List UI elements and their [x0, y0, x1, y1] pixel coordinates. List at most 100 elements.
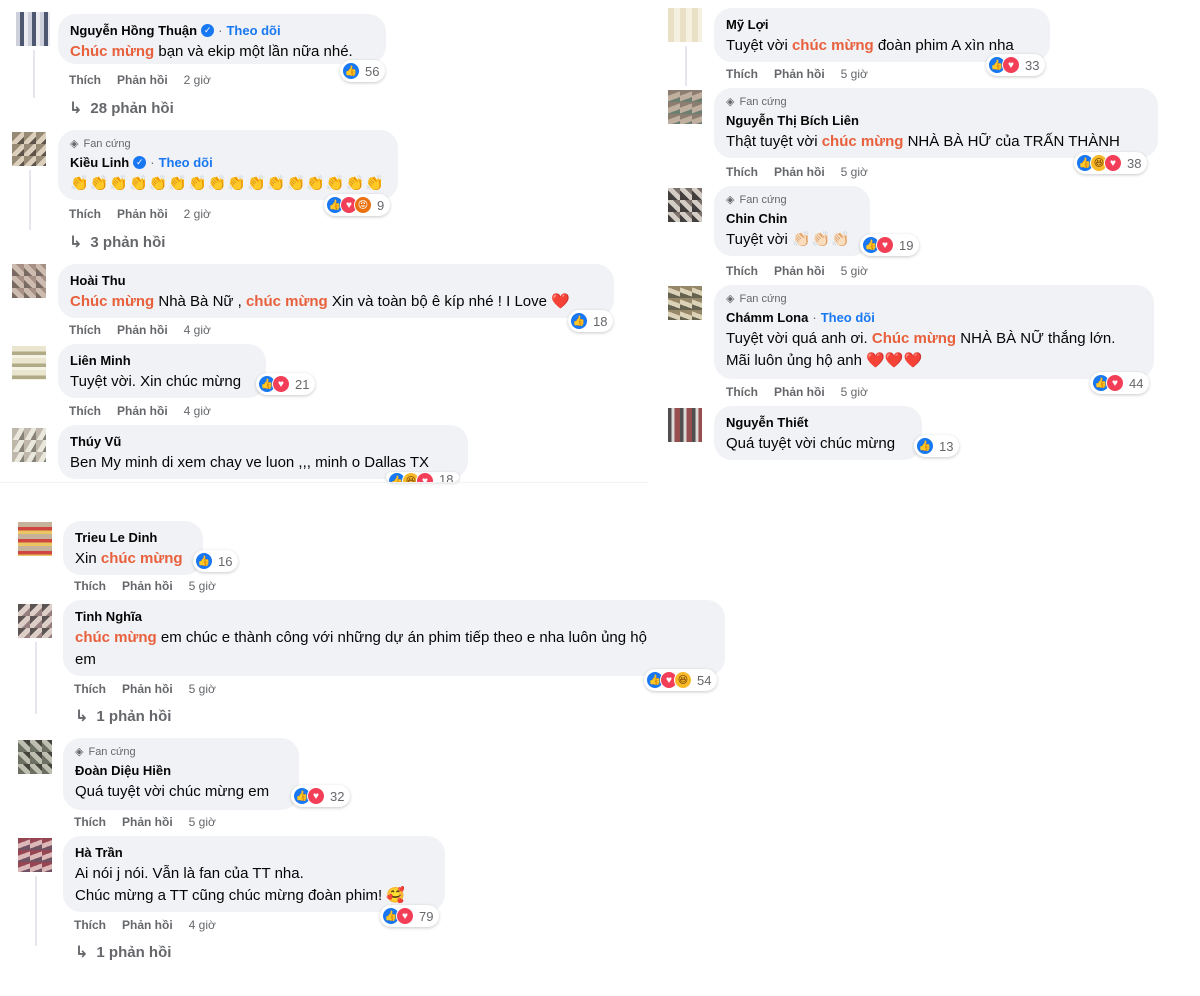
comment-bubble: Liên Minh Tuyệt vời. Xin chúc mừng [58, 344, 266, 398]
like-button[interactable]: Thích [69, 73, 101, 87]
reply-button[interactable]: Phản hồi [774, 165, 825, 179]
reaction-summary[interactable]: 👍 ♥ 😆 54 [644, 669, 718, 691]
commenter-name[interactable]: Hà Trần [75, 844, 433, 861]
timestamp[interactable]: 4 giờ [184, 404, 211, 418]
timestamp[interactable]: 5 giờ [189, 815, 216, 829]
thread-line [685, 46, 687, 86]
reaction-summary[interactable]: 👍 13 [914, 435, 960, 457]
avatar[interactable] [12, 264, 46, 298]
avatar[interactable] [18, 838, 52, 872]
commenter-name[interactable]: Đoàn Diệu Hiền [75, 762, 287, 779]
like-button[interactable]: Thích [74, 815, 106, 829]
reaction-summary[interactable]: 👍 ♥ 44 [1090, 372, 1150, 394]
timestamp[interactable]: 2 giờ [184, 73, 211, 87]
view-replies-link[interactable]: ↳ 28 phản hồi [69, 98, 174, 118]
avatar[interactable] [668, 408, 702, 442]
reply-button[interactable]: Phản hồi [774, 67, 825, 81]
timestamp[interactable]: 5 giờ [841, 165, 868, 179]
like-button[interactable]: Thích [726, 385, 758, 399]
avatar[interactable] [668, 188, 702, 222]
timestamp[interactable]: 2 giờ [184, 207, 211, 221]
reply-button[interactable]: Phản hồi [117, 323, 168, 337]
comment-actions: Thích Phản hồi 2 giờ [69, 207, 211, 221]
reply-button[interactable]: Phản hồi [774, 385, 825, 399]
avatar[interactable] [18, 522, 52, 556]
commenter-name[interactable]: Chin Chin [726, 210, 858, 227]
avatar[interactable] [668, 8, 702, 42]
commenter-name[interactable]: Nguyễn Thị Bích Liên [726, 112, 1146, 129]
view-replies-link[interactable]: ↳ 1 phản hồi [75, 942, 171, 962]
follow-link[interactable]: Theo dõi [159, 154, 213, 171]
like-button[interactable]: Thích [726, 165, 758, 179]
like-button[interactable]: Thích [74, 918, 106, 932]
commenter-name[interactable]: Nguyễn Thiết [726, 414, 910, 431]
commenter-name[interactable]: Hoài Thu [70, 272, 602, 289]
timestamp[interactable]: 5 giờ [841, 264, 868, 278]
smiling-hearts-emoji: 🥰 [386, 887, 406, 904]
view-replies-link[interactable]: ↳ 3 phản hồi [69, 232, 165, 252]
reply-button[interactable]: Phản hồi [122, 918, 173, 932]
reaction-summary[interactable]: 👍 😆 ♥ 38 [1074, 152, 1148, 174]
comment-actions: Thích Phản hồi 4 giờ [69, 323, 211, 337]
reaction-summary[interactable]: 👍 ♥ 19 [860, 234, 920, 256]
commenter-name[interactable]: Trieu Le Dinh [75, 529, 191, 546]
timestamp[interactable]: 5 giờ [189, 579, 216, 593]
like-button[interactable]: Thích [726, 264, 758, 278]
view-replies-link[interactable]: ↳ 1 phản hồi [75, 706, 171, 726]
comment-actions: Thích Phản hồi 5 giờ [74, 815, 216, 829]
verified-badge-icon: ✓ [201, 24, 215, 37]
reaction-summary[interactable]: 👍 ♥ 21 [256, 373, 316, 395]
haha-reaction-icon: 😆 [674, 671, 692, 689]
like-button[interactable]: Thích [69, 323, 101, 337]
reaction-summary[interactable]: 👍 😆 ♥ 18 [386, 472, 460, 482]
timestamp[interactable]: 5 giờ [189, 682, 216, 696]
reply-button[interactable]: Phản hồi [122, 815, 173, 829]
follow-link[interactable]: Theo dõi [226, 22, 280, 39]
heart-emoji: ❤️ [551, 293, 570, 310]
commenter-name[interactable]: Liên Minh [70, 352, 254, 369]
avatar[interactable] [668, 90, 702, 124]
commenter-name[interactable]: Kiều Linh ✓ · Theo dõi [70, 154, 386, 171]
like-button[interactable]: Thích [74, 682, 106, 696]
commenter-name[interactable]: Chámm Lona · Theo dõi [726, 309, 1142, 326]
comment-bubble: Hà Trần Ai nói j nói. Vẫn là fan của TT … [63, 836, 445, 912]
avatar[interactable] [16, 12, 50, 46]
love-reaction-icon: ♥ [1002, 56, 1020, 74]
reaction-summary[interactable]: 👍 ♥ 😡 9 [324, 194, 391, 216]
commenter-name[interactable]: Tinh Nghĩa [75, 608, 713, 625]
timestamp[interactable]: 4 giờ [189, 918, 216, 932]
love-reaction-icon: ♥ [416, 472, 434, 482]
reply-button[interactable]: Phản hồi [117, 207, 168, 221]
commenter-name[interactable]: Nguyễn Hồng Thuận ✓ · Theo dõi [70, 22, 374, 39]
reaction-summary[interactable]: 👍 ♥ 33 [986, 54, 1046, 76]
reply-button[interactable]: Phản hồi [774, 264, 825, 278]
reply-button[interactable]: Phản hồi [122, 682, 173, 696]
timestamp[interactable]: 5 giờ [841, 385, 868, 399]
commenter-name[interactable]: Thúy Vũ [70, 433, 456, 450]
like-button[interactable]: Thích [69, 404, 101, 418]
reply-button[interactable]: Phản hồi [117, 404, 168, 418]
avatar[interactable] [12, 428, 46, 462]
reaction-summary[interactable]: 👍 ♥ 79 [380, 905, 440, 927]
timestamp[interactable]: 4 giờ [184, 323, 211, 337]
reaction-summary[interactable]: 👍 16 [193, 550, 239, 572]
like-reaction-icon: 👍 [570, 312, 588, 330]
reply-button[interactable]: Phản hồi [122, 579, 173, 593]
avatar[interactable] [12, 132, 46, 166]
avatar[interactable] [18, 740, 52, 774]
like-button[interactable]: Thích [726, 67, 758, 81]
avatar[interactable] [668, 286, 702, 320]
comment-actions: Thích Phản hồi 5 giờ [726, 264, 868, 278]
reaction-summary[interactable]: 👍 ♥ 32 [291, 785, 351, 807]
avatar[interactable] [12, 346, 46, 380]
commenter-name[interactable]: Mỹ Lợi [726, 16, 1038, 33]
reaction-summary[interactable]: 👍 56 [340, 60, 386, 82]
reply-button[interactable]: Phản hồi [117, 73, 168, 87]
avatar[interactable] [18, 604, 52, 638]
follow-link[interactable]: Theo dõi [821, 309, 875, 326]
thread-line [29, 170, 31, 230]
like-button[interactable]: Thích [74, 579, 106, 593]
like-button[interactable]: Thích [69, 207, 101, 221]
reaction-summary[interactable]: 👍 18 [568, 310, 614, 332]
timestamp[interactable]: 5 giờ [841, 67, 868, 81]
